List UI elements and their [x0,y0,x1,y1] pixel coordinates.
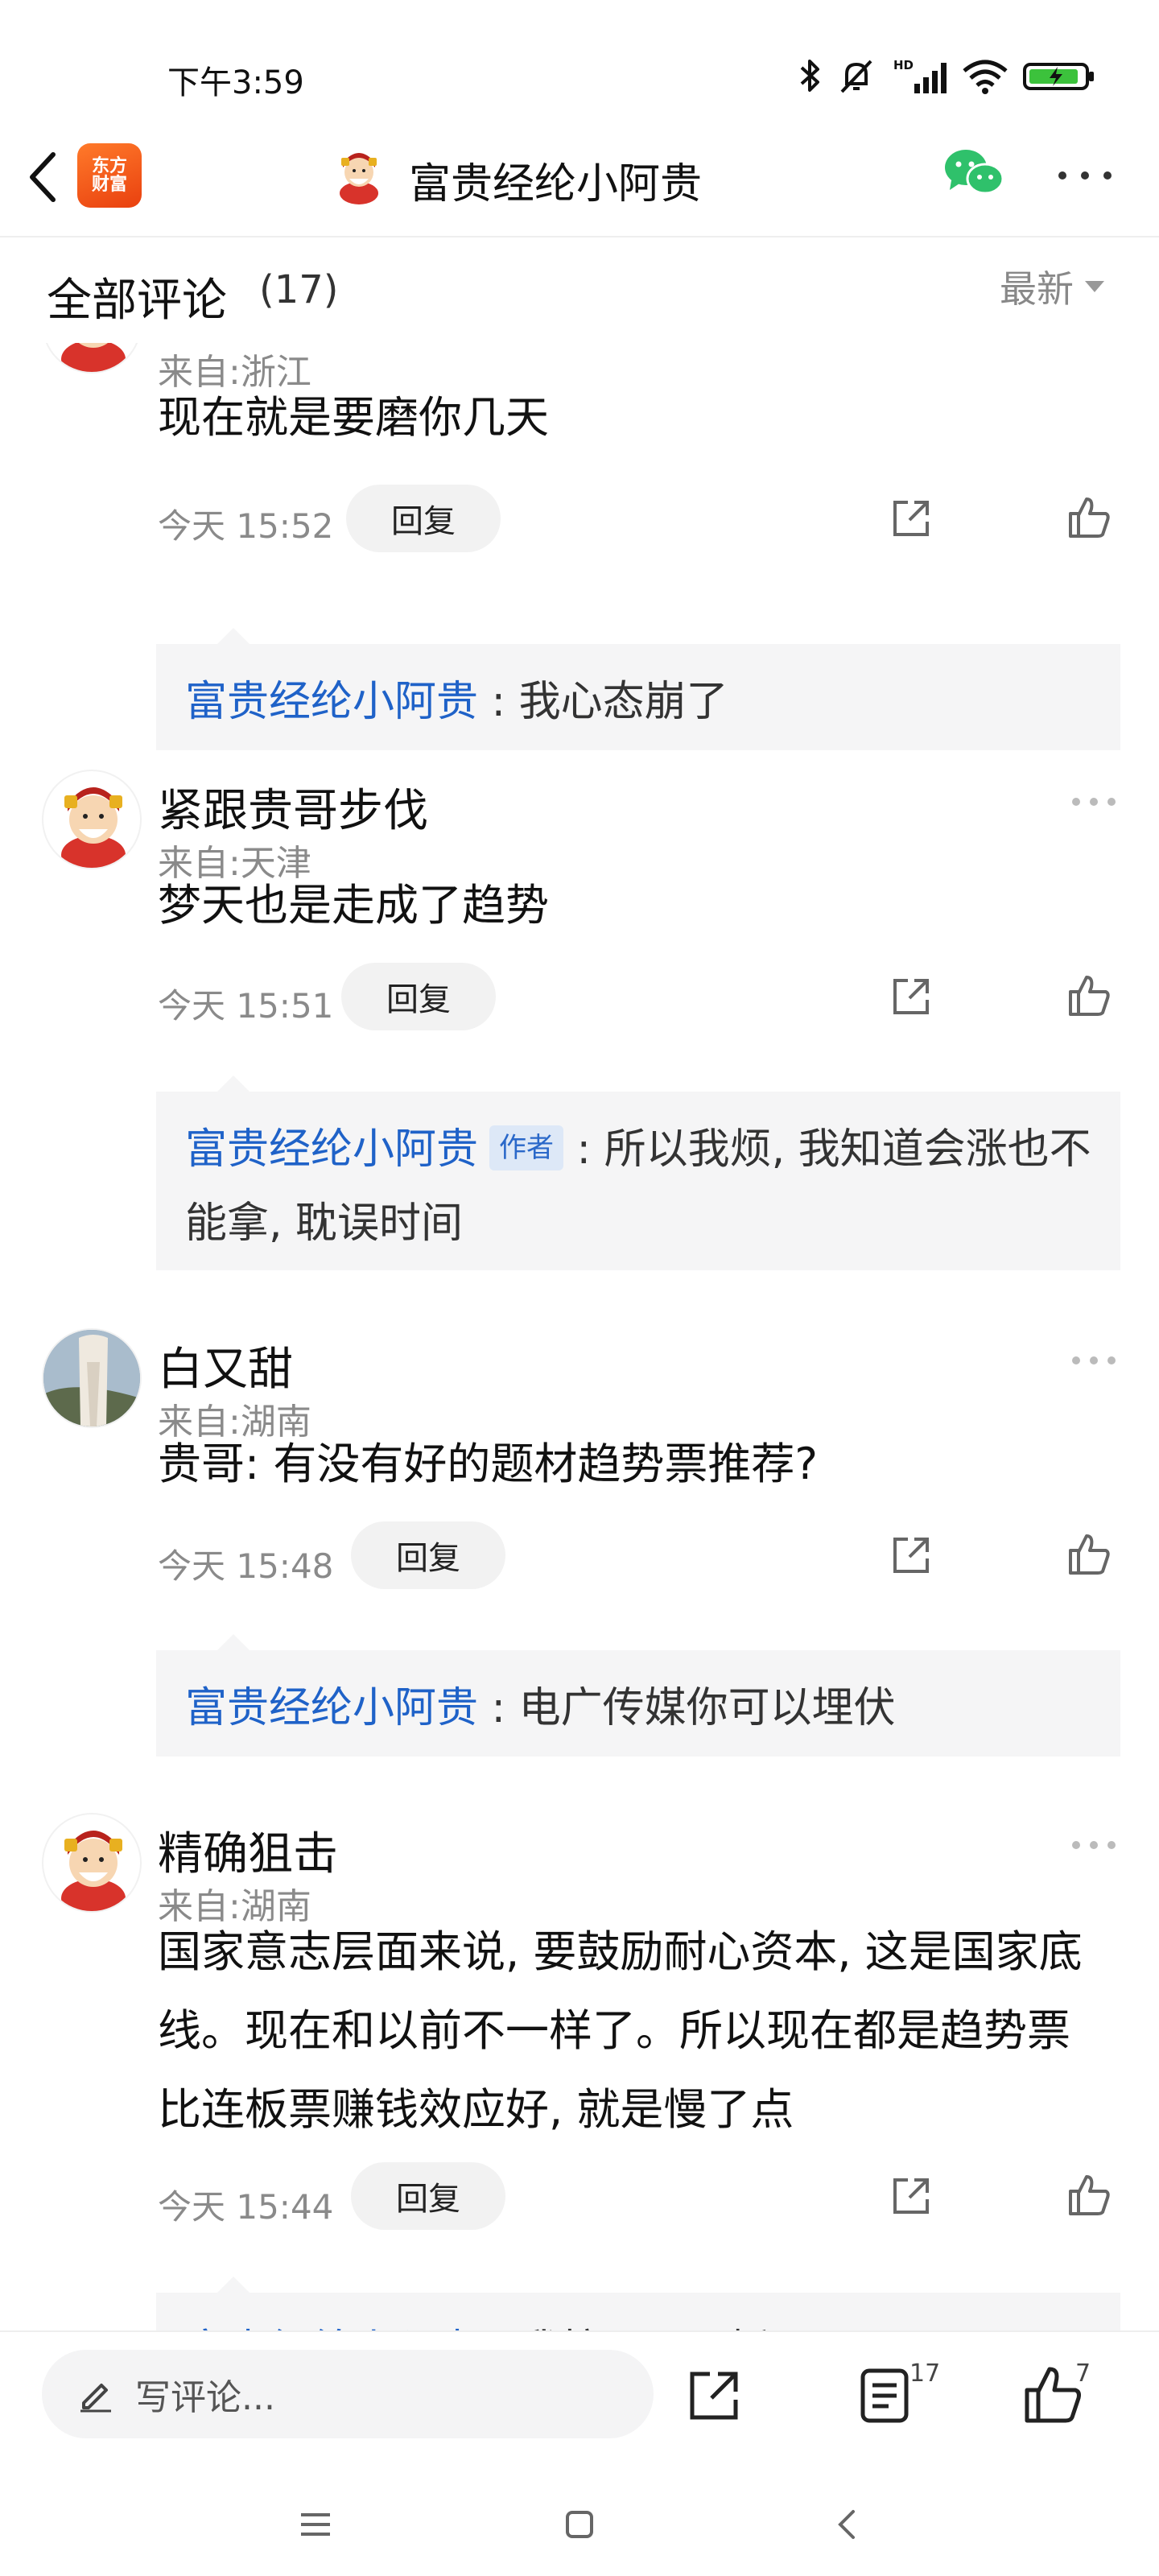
comment-username[interactable]: 精确狙击 [158,1818,338,1883]
bell-muted-icon [840,60,872,93]
comment-count-badge: 17 [909,2359,941,2388]
fortune-god-avatar-icon [61,787,126,868]
comments-count: (17) [259,267,339,312]
reply-button[interactable]: 回复 [346,485,501,552]
comment-input[interactable]: 写评论... [42,2350,654,2438]
share-icon[interactable] [889,1533,934,1578]
home-square-icon[interactable] [563,2508,596,2541]
bottom-action-bar: 写评论... 17 7 [0,2330,1159,2471]
photo-avatar-icon [43,1330,140,1426]
avatar[interactable] [42,1813,142,1913]
share-icon[interactable] [889,496,934,541]
comment-more-icon[interactable] [1070,795,1117,808]
bluetooth-icon [800,60,819,92]
wechat-icon[interactable] [942,145,1006,201]
reply-box[interactable]: 富贵经纶小阿贵 作者 : 所以我烦, 我知道会涨也不能拿, 耽误时间 [156,1075,1120,1270]
share-icon[interactable] [686,2368,742,2424]
like-thumb-icon[interactable] [1022,2364,1082,2425]
comment-more-icon[interactable] [1070,1354,1117,1367]
comment-text: 国家意志层面来说, 要鼓励耐心资本, 这是国家底线。现在和以前不一样了。所以现在… [158,1926,1083,2135]
fortune-god-avatar-icon [61,1831,126,1911]
header-divider [0,236,1159,237]
like-thumb-icon[interactable] [1066,2172,1112,2219]
reply-button[interactable]: 回复 [351,2162,505,2230]
sort-dropdown[interactable]: 最新 [1000,262,1104,311]
comments-list[interactable]: 来自:浙江 现在就是要磨你几天 今天 15:52 回复 富贵经纶小阿贵 : 我心… [0,322,1159,2334]
author-badge: 作者 [489,1125,564,1170]
reply-box[interactable]: 富贵经纶小阿贵 : 我心态崩了 [156,628,1120,750]
avatar[interactable] [42,1328,142,1428]
like-thumb-icon[interactable] [1066,494,1112,541]
more-options-icon[interactable] [1056,167,1114,184]
wifi-icon [963,60,1008,94]
comment-time: 今天 15:48 [158,1546,334,1586]
share-icon[interactable] [889,974,934,1019]
reply-text: : 我心态崩了 [491,678,728,726]
battery-charging-icon [1023,63,1094,90]
status-time: 下午3:59 [167,64,304,101]
comments-title: 全部评论 [47,275,227,327]
sort-label: 最新 [1000,267,1074,311]
comment-time: 今天 15:52 [158,506,334,546]
top-header: 东方 财富 富贵经纶小阿贵 [0,121,1159,233]
reply-username[interactable]: 富贵经纶小阿贵 [185,1125,478,1174]
comment-time: 今天 15:51 [158,986,334,1026]
nav-back-icon[interactable] [832,2507,861,2542]
reply-box[interactable]: 富贵经纶小阿贵 : 电广传媒你可以埋伏 [156,1634,1120,1757]
reply-button[interactable]: 回复 [341,963,496,1030]
menu-icon[interactable] [298,2510,333,2539]
comment-text: 贵哥: 有没有好的题材趋势票推荐? [158,1439,819,1489]
pencil-icon [80,2384,111,2413]
reply-button[interactable]: 回复 [351,1521,505,1589]
like-thumb-icon[interactable] [1066,972,1112,1019]
comment-text: 梦天也是走成了趋势 [158,880,549,931]
comment-username[interactable]: 紧跟贵哥步伐 [158,774,428,840]
author-avatar-icon[interactable] [328,145,390,206]
svg-text:HD: HD [893,58,914,72]
comment-text: 现在就是要磨你几天 [158,392,549,443]
reply-text: : 电广传媒你可以埋伏 [491,1684,896,1732]
hd-signal-icon: HD [893,58,947,93]
caret-down-icon [1085,281,1104,292]
system-nav-bar [0,2471,1159,2576]
comment-input-placeholder: 写评论... [135,2377,275,2418]
app-logo-line1: 东方 [91,155,127,176]
avatar[interactable] [42,770,142,869]
reply-box[interactable]: 富贵经纶小阿贵 : 我拉了三天板 [156,2277,1120,2334]
like-count-badge: 7 [1075,2359,1091,2388]
reply-username[interactable]: 富贵经纶小阿贵 [185,1684,478,1732]
comments-list-icon[interactable] [858,2366,911,2425]
comment-more-icon[interactable] [1070,1839,1117,1852]
share-icon[interactable] [889,2174,934,2219]
comments-header: 全部评论 (17) 最新 [0,238,1159,343]
header-title: 富贵经纶小阿贵 [409,160,703,208]
app-logo[interactable]: 东方 财富 [77,143,142,208]
app-logo-line2: 财富 [91,175,127,195]
like-thumb-icon[interactable] [1066,1531,1112,1578]
comment-time: 今天 15:44 [158,2187,334,2227]
comment-username[interactable]: 白又甜 [158,1333,293,1398]
status-bar: 下午3:59 HD [0,0,1159,121]
reply-username[interactable]: 富贵经纶小阿贵 [185,678,478,726]
back-arrow-icon[interactable] [21,143,69,211]
